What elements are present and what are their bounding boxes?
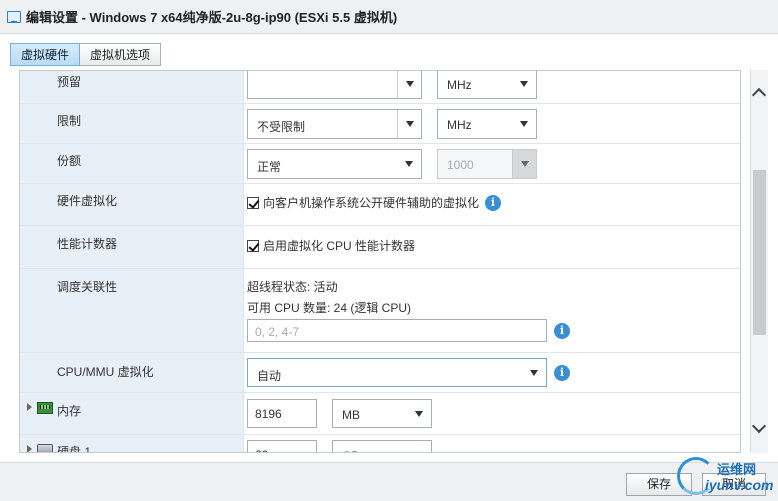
- cpu-count: 可用 CPU 数量: 24 (逻辑 CPU): [247, 301, 412, 315]
- row-memory[interactable]: 内存 8196 MB: [20, 393, 740, 435]
- memory-size-input[interactable]: 8196: [247, 399, 317, 428]
- settings-panel: 预留 MHz 限制 不受限制 MHz 份额 正常 1000 硬件虚拟化 向客户机…: [19, 70, 741, 453]
- expand-arrow-icon[interactable]: [27, 403, 32, 411]
- shares-number-field: 1000: [437, 149, 537, 179]
- info-icon[interactable]: i: [554, 323, 570, 339]
- window-title: 编辑设置 - Windows 7 x64纯净版-2u-8g-ip90 (ESXi…: [26, 10, 398, 25]
- checkbox-checked-icon: [247, 196, 259, 209]
- chevron-down-icon: [397, 150, 421, 178]
- hard-disk-icon: [37, 444, 53, 452]
- watermark-logo: 运维网 iyunv.com: [675, 455, 778, 501]
- row-reservation: 预留 MHz: [20, 71, 740, 104]
- reservation-label: 预留: [57, 75, 82, 89]
- limit-select[interactable]: 不受限制: [247, 109, 422, 139]
- dialog-footer: 保存 取消: [0, 462, 778, 501]
- chevron-down-icon: [397, 110, 421, 138]
- row-hard-disk-1[interactable]: 硬盘 1 60 GB: [20, 435, 740, 453]
- reservation-select[interactable]: [247, 71, 422, 99]
- tab-virtual-hardware[interactable]: 虚拟硬件: [10, 43, 81, 66]
- row-hw-virtualization: 硬件虚拟化 向客户机操作系统公开硬件辅助的虚拟化 i: [20, 184, 740, 226]
- info-icon[interactable]: i: [485, 195, 501, 211]
- chevron-down-icon: [407, 400, 431, 428]
- hw-virt-label: 硬件虚拟化: [57, 194, 118, 208]
- disk-unit-select[interactable]: GB: [332, 440, 432, 452]
- scroll-down-icon[interactable]: [751, 415, 769, 445]
- chevron-down-icon: [512, 110, 536, 138]
- chevron-down-icon: [512, 150, 536, 178]
- chevron-down-icon: [407, 441, 431, 452]
- limit-label: 限制: [57, 114, 82, 128]
- memory-icon: [37, 402, 53, 414]
- memory-label: 内存: [57, 404, 82, 418]
- row-cpu-mmu: CPU/MMU 虚拟化 自动 i: [20, 353, 740, 393]
- hw-virt-checkbox[interactable]: 向客户机操作系统公开硬件辅助的虚拟化: [247, 194, 479, 211]
- tab-bar: 虚拟硬件 虚拟机选项: [10, 43, 162, 66]
- hyperthread-status: 超线程状态: 活动: [247, 280, 338, 294]
- expand-arrow-icon[interactable]: [27, 445, 32, 452]
- cpu-mmu-label: CPU/MMU 虚拟化: [57, 365, 154, 379]
- tab-vm-options[interactable]: 虚拟机选项: [80, 43, 162, 66]
- row-limit: 限制 不受限制 MHz: [20, 104, 740, 144]
- affinity-label: 调度关联性: [57, 280, 118, 294]
- reservation-unit-select[interactable]: MHz: [437, 71, 537, 99]
- perf-counters-checkbox[interactable]: 启用虚拟化 CPU 性能计数器: [247, 237, 415, 254]
- cpu-mmu-select[interactable]: 自动: [247, 358, 547, 387]
- limit-unit-select[interactable]: MHz: [437, 109, 537, 139]
- memory-unit-select[interactable]: MB: [332, 399, 432, 428]
- scroll-up-icon[interactable]: [751, 80, 769, 110]
- vm-settings-icon: [6, 9, 22, 25]
- window-titlebar: 编辑设置 - Windows 7 x64纯净版-2u-8g-ip90 (ESXi…: [0, 0, 778, 34]
- disk-size-input[interactable]: 60: [247, 440, 317, 452]
- row-perf-counters: 性能计数器 启用虚拟化 CPU 性能计数器: [20, 226, 740, 269]
- chevron-down-icon: [512, 71, 536, 98]
- hard-disk-label: 硬盘 1: [57, 445, 92, 453]
- row-scheduling-affinity: 调度关联性 超线程状态: 活动 可用 CPU 数量: 24 (逻辑 CPU) 0…: [20, 269, 740, 353]
- scroll-thumb[interactable]: [753, 170, 766, 335]
- shares-label: 份额: [57, 154, 82, 168]
- affinity-input[interactable]: 0, 2, 4-7: [247, 319, 547, 342]
- vertical-scrollbar[interactable]: [750, 70, 768, 453]
- info-icon[interactable]: i: [554, 365, 570, 381]
- row-shares: 份额 正常 1000: [20, 144, 740, 184]
- chevron-down-icon: [522, 359, 546, 387]
- checkbox-checked-icon: [247, 239, 259, 252]
- chevron-down-icon: [397, 71, 421, 98]
- shares-select[interactable]: 正常: [247, 149, 422, 179]
- perf-counters-label: 性能计数器: [57, 237, 118, 251]
